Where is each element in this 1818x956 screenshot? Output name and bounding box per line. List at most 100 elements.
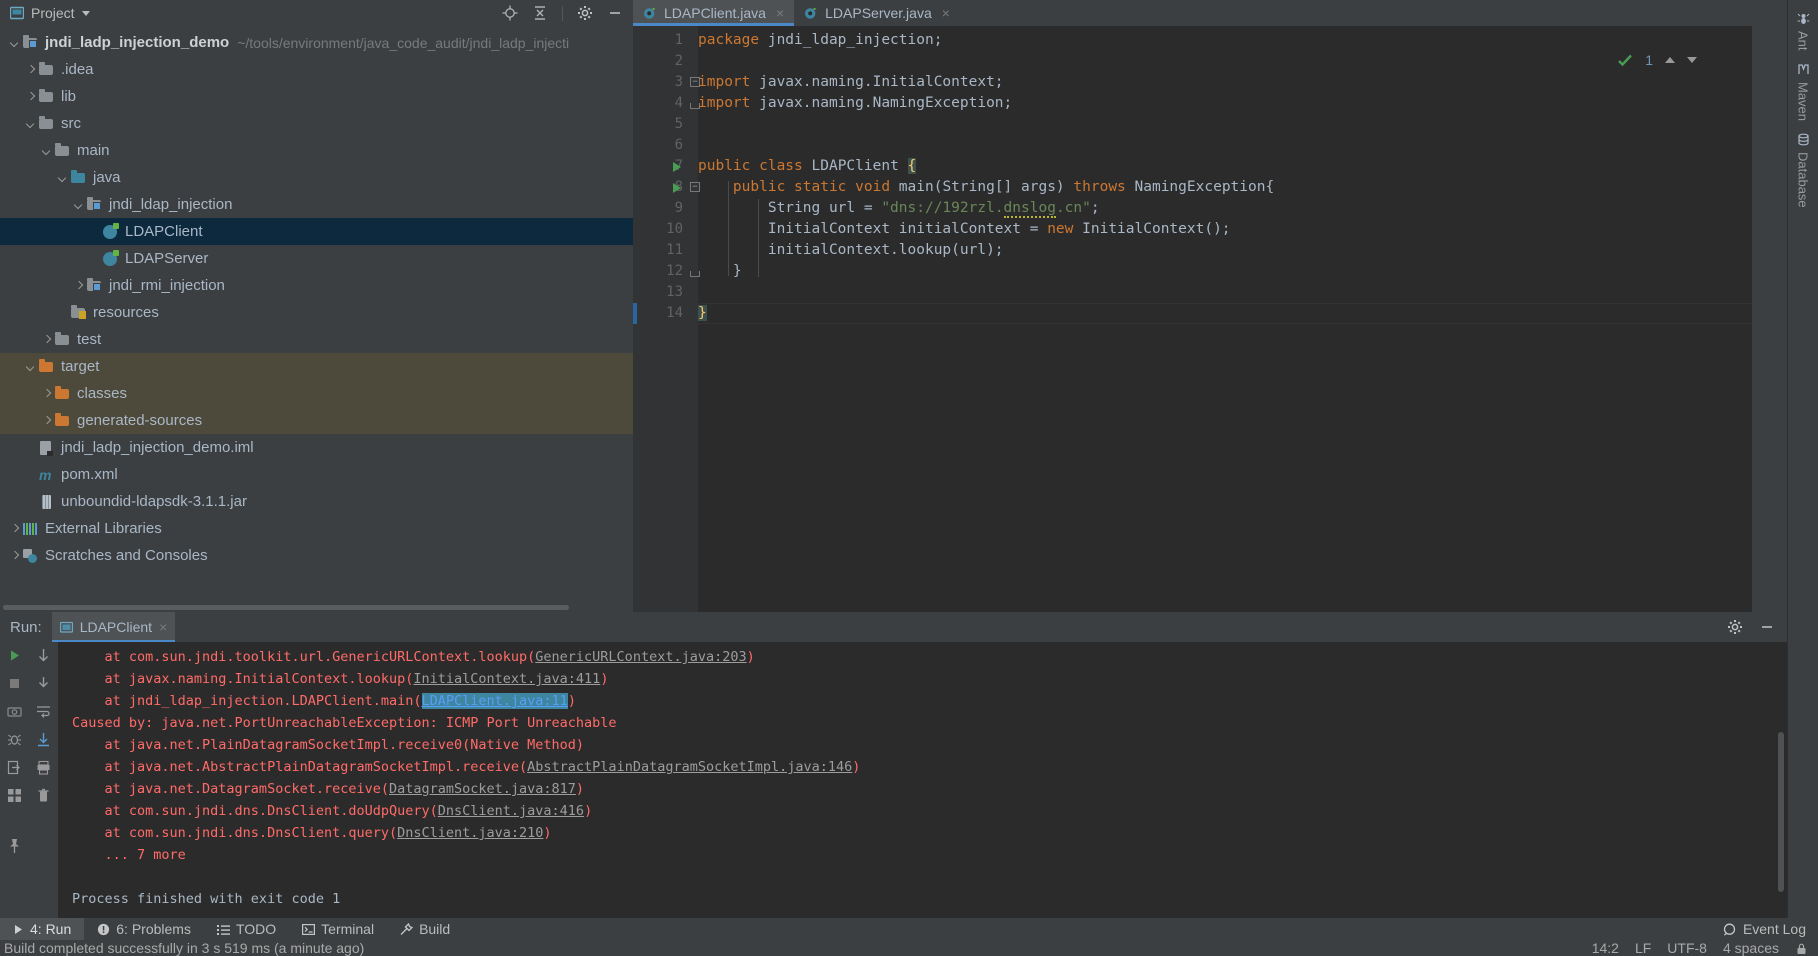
tree-item-unboundid-ldapsdk-3-1-1-jar[interactable]: unboundid-ldapsdk-3.1.1.jar [0, 488, 633, 515]
indent-setting[interactable]: 4 spaces [1723, 940, 1779, 956]
chevron-down-icon[interactable] [1687, 57, 1697, 63]
scrollbar-thumb[interactable] [3, 605, 569, 610]
soft-wrap-icon[interactable] [36, 704, 51, 719]
tree-item-lib[interactable]: lib [0, 83, 633, 110]
minimize-icon[interactable] [1759, 619, 1775, 635]
chevron-right-icon[interactable] [40, 414, 54, 428]
tree-item-idea[interactable]: .idea [0, 56, 633, 83]
tool-window-problems[interactable]: 6: Problems [84, 918, 204, 940]
code-line[interactable]: public static void main(String[] args) t… [698, 177, 1274, 198]
horizontal-scrollbar[interactable] [0, 603, 633, 612]
tree-item-jndi-ladp-injection-demo[interactable]: jndi_ladp_injection_demo ~/tools/environm… [0, 29, 633, 56]
chevron-right-icon[interactable] [72, 279, 86, 293]
code-line[interactable]: initialContext.lookup(url); [698, 240, 1004, 261]
gear-icon[interactable] [1727, 619, 1743, 635]
code-line[interactable]: } [698, 261, 742, 282]
chevron-down-icon[interactable] [24, 360, 38, 374]
run-gutter-icon[interactable] [673, 183, 681, 193]
close-icon[interactable]: × [776, 5, 784, 21]
event-log-button[interactable]: Event Log [1723, 921, 1818, 937]
caret-position[interactable]: 14:2 [1592, 940, 1619, 956]
scrollbar-thumb[interactable] [1778, 732, 1784, 892]
tree-item-generated-sources[interactable]: generated-sources [0, 407, 633, 434]
tree-item-jndi-rmi-injection[interactable]: jndi_rmi_injection [0, 272, 633, 299]
scroll-end-icon[interactable] [36, 676, 51, 691]
tree-item-ldapclient[interactable]: LDAPClient [0, 218, 633, 245]
lock-icon[interactable] [1795, 942, 1808, 955]
code-line[interactable]: import javax.naming.InitialContext; [698, 72, 1004, 93]
tree-item-src[interactable]: src [0, 110, 633, 137]
code-editor[interactable]: 1 package jndi_ldap_injection; 2 3− import j… [633, 26, 1752, 612]
export-icon[interactable] [7, 760, 22, 775]
tree-item-main[interactable]: main [0, 137, 633, 164]
encoding[interactable]: UTF-8 [1667, 940, 1707, 956]
tree-item-jndi-ldap-injection[interactable]: jndi_ldap_injection [0, 191, 633, 218]
chevron-down-icon[interactable] [72, 198, 86, 212]
tab-ldapclient[interactable]: LDAPClient.java × [633, 0, 795, 26]
chevron-down-icon[interactable] [56, 171, 70, 185]
stacktrace-link[interactable]: DnsClient.java:210 [397, 825, 543, 841]
tree-item-jndi-ladp-injection-demo-iml[interactable]: jndi_ladp_injection_demo.iml [0, 434, 633, 461]
tree-item-ldapserver[interactable]: LDAPServer [0, 245, 633, 272]
inspection-widget[interactable]: 1 [1617, 52, 1697, 68]
stacktrace-link[interactable]: DnsClient.java:416 [438, 803, 584, 819]
code-line[interactable]: import javax.naming.NamingException; [698, 93, 1012, 114]
console-output[interactable]: at com.sun.jndi.toolkit.url.GenericURLCo… [58, 642, 1775, 918]
stacktrace-link[interactable]: GenericURLContext.java:203 [535, 649, 746, 665]
tool-window-todo[interactable]: TODO [204, 918, 289, 940]
pin-icon[interactable] [7, 838, 22, 854]
strip-item-maven[interactable]: Maven [1796, 63, 1811, 121]
thread-dump-icon[interactable] [7, 732, 22, 747]
tool-window-build[interactable]: Build [387, 918, 463, 940]
chevron-right-icon[interactable] [40, 333, 54, 347]
console-vertical-scrollbar[interactable] [1775, 642, 1787, 918]
chevron-down-icon[interactable] [40, 144, 54, 158]
code-line[interactable]: package jndi_ldap_injection; [698, 30, 942, 51]
project-tree-panel[interactable]: jndi_ladp_injection_demo ~/tools/environm… [0, 26, 633, 612]
tree-item-scratches-and-consoles[interactable]: Scratches and Consoles [0, 542, 633, 569]
tree-item-resources[interactable]: resources [0, 299, 633, 326]
rerun-icon[interactable] [7, 648, 22, 663]
stacktrace-link[interactable]: LDAPClient.java:11 [421, 693, 568, 709]
chevron-right-icon[interactable] [8, 549, 22, 563]
close-icon[interactable]: × [159, 619, 167, 635]
code-line[interactable]: InitialContext initialContext = new Init… [698, 219, 1231, 240]
stacktrace-link[interactable]: InitialContext.java:411 [413, 671, 600, 687]
tree-item-external-libraries[interactable]: External Libraries [0, 515, 633, 542]
line-separator[interactable]: LF [1635, 940, 1651, 956]
tree-item-pom-xml[interactable]: m pom.xml [0, 461, 633, 488]
chevron-down-icon[interactable] [24, 117, 38, 131]
run-tab[interactable]: LDAPClient × [51, 612, 176, 642]
chevron-up-icon[interactable] [1665, 57, 1675, 63]
chevron-right-icon[interactable] [40, 387, 54, 401]
tab-ldapserver[interactable]: LDAPServer.java × [794, 0, 960, 26]
chevron-right-icon[interactable] [24, 63, 38, 77]
layout-icon[interactable] [7, 788, 22, 803]
collapse-all-icon[interactable] [532, 5, 548, 21]
code-line[interactable]: } [698, 303, 707, 324]
close-icon[interactable]: × [942, 5, 950, 21]
scroll-down-icon[interactable] [36, 648, 51, 663]
tool-window-run[interactable]: 4: Run [0, 918, 85, 940]
stop-icon[interactable] [7, 676, 22, 691]
code-line[interactable]: public class LDAPClient { [698, 156, 917, 177]
camera-icon[interactable] [7, 704, 22, 719]
tree-item-target[interactable]: target [0, 353, 633, 380]
run-gutter-icon[interactable] [673, 162, 681, 172]
chevron-right-icon[interactable] [24, 90, 38, 104]
stacktrace-link[interactable]: AbstractPlainDatagramSocketImpl.java:146 [527, 759, 852, 775]
minimize-icon[interactable] [607, 5, 623, 21]
tree-item-classes[interactable]: classes [0, 380, 633, 407]
print-icon[interactable] [36, 760, 51, 775]
locate-icon[interactable] [502, 5, 518, 21]
strip-item-database[interactable]: Database [1796, 133, 1811, 207]
chevron-down-icon[interactable] [81, 10, 90, 16]
strip-item-ant[interactable]: Ant [1796, 12, 1811, 51]
tree-item-java[interactable]: java [0, 164, 633, 191]
scroll-to-end-icon[interactable] [36, 732, 51, 747]
chevron-right-icon[interactable] [8, 522, 22, 536]
code-area[interactable]: 1 package jndi_ldap_injection; 2 3− import j… [633, 26, 1752, 612]
chevron-down-icon[interactable] [8, 36, 22, 50]
trash-icon[interactable] [36, 788, 51, 803]
tool-window-terminal[interactable]: Terminal [289, 918, 387, 940]
